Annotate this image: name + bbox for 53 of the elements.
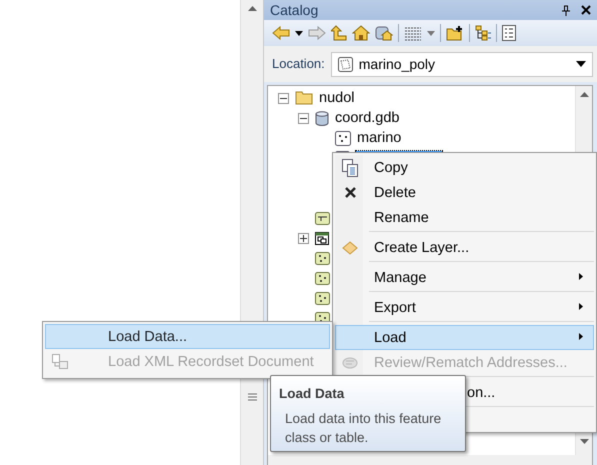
submenu-arrow-icon bbox=[579, 273, 583, 280]
menu-item[interactable]: Manage bbox=[335, 265, 594, 290]
submenu-arrow-icon bbox=[579, 303, 583, 310]
menu-item[interactable]: Load bbox=[335, 325, 594, 350]
point-class-icon bbox=[315, 292, 330, 304]
up-arrow-icon[interactable] bbox=[331, 25, 347, 41]
scroll-up-icon[interactable] bbox=[580, 92, 588, 97]
home-icon[interactable] bbox=[352, 25, 370, 41]
tooltip-text: Load data into this feature class or table. bbox=[284, 410, 442, 448]
location-label: Location: bbox=[272, 55, 325, 74]
xml-icon bbox=[52, 354, 68, 369]
tree-view-icon[interactable] bbox=[475, 25, 491, 41]
polygon-class-icon bbox=[338, 56, 353, 72]
panel-title: Catalog bbox=[270, 0, 320, 20]
close-icon[interactable] bbox=[581, 5, 591, 15]
tree-item[interactable]: coord.gdb bbox=[333, 109, 402, 127]
review-icon bbox=[342, 356, 358, 370]
tooltip-title: Load Data bbox=[279, 385, 346, 403]
scroll-down-icon[interactable] bbox=[580, 439, 588, 444]
relationship-icon bbox=[315, 212, 330, 224]
database-icon bbox=[315, 110, 329, 126]
menu-item[interactable]: Export bbox=[335, 295, 594, 320]
grid-view-icon[interactable] bbox=[404, 26, 422, 40]
dropdown-caret-icon[interactable] bbox=[576, 61, 586, 67]
pin-icon[interactable] bbox=[561, 4, 571, 16]
menu-item[interactable]: Rename bbox=[335, 205, 594, 230]
folder-add-icon[interactable] bbox=[446, 26, 464, 40]
collapse-icon[interactable] bbox=[298, 112, 309, 124]
menu-item[interactable]: Delete bbox=[335, 180, 594, 205]
menu-item[interactable]: Create Layer... bbox=[335, 235, 594, 260]
dropdown-caret-icon[interactable] bbox=[295, 30, 303, 36]
grip-icon[interactable] bbox=[248, 393, 256, 401]
raster-catalog-icon bbox=[315, 232, 329, 244]
database-home-icon[interactable] bbox=[375, 25, 393, 41]
point-class-icon bbox=[335, 130, 351, 146]
point-class-icon bbox=[315, 272, 330, 284]
delete-icon bbox=[344, 187, 356, 198]
location-combo[interactable]: marino_poly bbox=[330, 52, 593, 76]
horizontal-scrollbar[interactable] bbox=[268, 455, 592, 465]
submenu-arrow-icon bbox=[579, 333, 583, 340]
details-icon[interactable] bbox=[502, 25, 516, 41]
tree-item[interactable]: marino bbox=[355, 129, 404, 147]
scroll-up-icon[interactable] bbox=[248, 6, 256, 11]
back-icon[interactable] bbox=[272, 26, 290, 40]
copy-icon bbox=[342, 158, 358, 176]
diamond-icon bbox=[342, 240, 358, 254]
menu-item[interactable]: Copy bbox=[335, 155, 594, 180]
menu-item[interactable]: Load Data... bbox=[45, 324, 330, 349]
folder-icon bbox=[295, 91, 313, 105]
point-class-icon bbox=[315, 252, 330, 264]
collapse-icon[interactable] bbox=[278, 92, 289, 104]
expand-icon[interactable] bbox=[298, 232, 309, 244]
tree-item[interactable]: nudol bbox=[317, 89, 356, 107]
